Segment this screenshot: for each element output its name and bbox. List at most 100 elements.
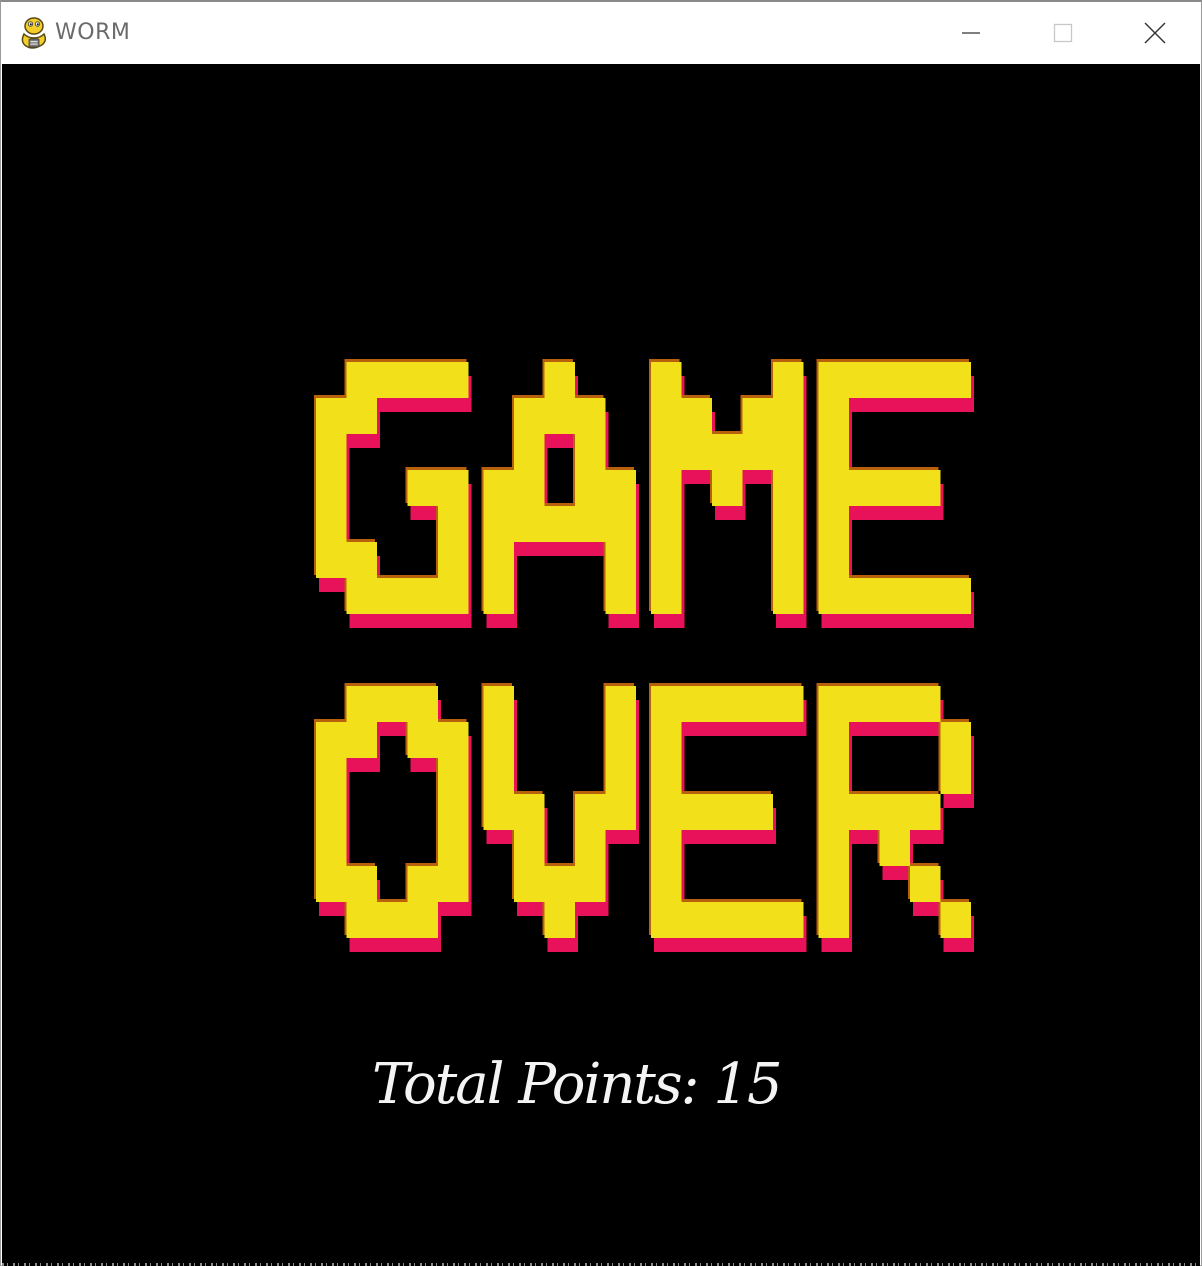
letter-fill-pixel — [605, 578, 636, 614]
letter-fill-pixel — [818, 722, 849, 758]
letter-fill-pixel — [879, 830, 910, 866]
game-canvas[interactable]: Total Points: 15 — [2, 64, 1200, 1266]
letter-fill-pixel — [514, 506, 545, 542]
headline-letter-g — [314, 359, 472, 628]
letter-fill-pixel — [651, 866, 682, 902]
letter-fill-pixel — [316, 398, 347, 434]
maximize-button[interactable] — [1017, 2, 1109, 64]
letter-fill-pixel — [818, 398, 849, 434]
letter-fill-pixel — [681, 398, 712, 434]
letter-fill-pixel — [773, 686, 804, 722]
letter-fill-pixel — [316, 434, 347, 470]
letter-fill-pixel — [742, 398, 773, 434]
letter-fill-pixel — [742, 794, 773, 830]
letter-fill-pixel — [849, 578, 880, 614]
letter-fill-pixel — [544, 398, 575, 434]
letter-fill-pixel — [910, 470, 941, 506]
letter-fill-pixel — [681, 434, 712, 470]
headline-letter-e — [816, 359, 974, 628]
letter-fill-pixel — [651, 794, 682, 830]
letter-fill-pixel — [651, 398, 682, 434]
letter-fill-pixel — [773, 362, 804, 398]
letter-fill-pixel — [575, 830, 606, 866]
letter-fill-pixel — [377, 578, 408, 614]
letter-fill-pixel — [879, 470, 910, 506]
letter-fill-pixel — [605, 542, 636, 578]
letter-fill-pixel — [575, 398, 606, 434]
letter-fill-pixel — [346, 866, 377, 902]
letter-fill-pixel — [605, 686, 636, 722]
letter-fill-pixel — [316, 506, 347, 542]
letter-fill-pixel — [910, 686, 941, 722]
minimize-button[interactable] — [925, 2, 1017, 64]
letter-fill-pixel — [849, 686, 880, 722]
letter-fill-pixel — [605, 758, 636, 794]
headline-letter-a — [481, 359, 639, 628]
letter-fill-pixel — [605, 470, 636, 506]
letter-fill-pixel — [818, 902, 849, 938]
letter-fill-pixel — [438, 506, 469, 542]
letter-fill-pixel — [346, 362, 377, 398]
letter-fill-pixel — [407, 686, 438, 722]
letter-fill-pixel — [773, 434, 804, 470]
letter-fill-pixel — [605, 506, 636, 542]
letter-fill-pixel — [346, 902, 377, 938]
letter-fill-pixel — [438, 362, 469, 398]
letter-fill-pixel — [651, 362, 682, 398]
letter-fill-pixel — [940, 578, 971, 614]
letter-fill-pixel — [316, 542, 347, 578]
letter-fill-pixel — [910, 794, 941, 830]
letter-fill-pixel — [651, 506, 682, 542]
letter-fill-pixel — [483, 722, 514, 758]
letter-fill-pixel — [773, 506, 804, 542]
letter-fill-pixel — [712, 794, 743, 830]
letter-fill-pixel — [651, 434, 682, 470]
letter-fill-pixel — [742, 902, 773, 938]
letter-fill-pixel — [316, 722, 347, 758]
letter-fill-pixel — [879, 686, 910, 722]
letter-fill-pixel — [712, 686, 743, 722]
letter-fill-pixel — [818, 866, 849, 902]
letter-fill-pixel — [910, 866, 941, 902]
letter-fill-pixel — [681, 794, 712, 830]
letter-fill-pixel — [377, 686, 408, 722]
letter-fill-pixel — [773, 542, 804, 578]
letter-fill-pixel — [346, 398, 377, 434]
score-value: 15 — [713, 1052, 782, 1117]
letter-fill-pixel — [514, 434, 545, 470]
app-window: WORM Total Points: 15 — [0, 0, 1202, 1266]
letter-fill-pixel — [940, 758, 971, 794]
title-bar[interactable]: WORM — [1, 2, 1201, 64]
letter-fill-pixel — [651, 542, 682, 578]
letter-fill-pixel — [879, 362, 910, 398]
letter-fill-pixel — [483, 542, 514, 578]
letter-fill-pixel — [681, 902, 712, 938]
letter-fill-pixel — [438, 866, 469, 902]
letter-fill-pixel — [483, 578, 514, 614]
letter-fill-pixel — [483, 506, 514, 542]
letter-fill-pixel — [818, 542, 849, 578]
letter-fill-pixel — [605, 722, 636, 758]
letter-fill-pixel — [346, 686, 377, 722]
letter-fill-pixel — [514, 398, 545, 434]
letter-fill-pixel — [940, 722, 971, 758]
letter-fill-pixel — [575, 866, 606, 902]
letter-fill-pixel — [407, 722, 438, 758]
letter-fill-pixel — [316, 758, 347, 794]
letter-fill-pixel — [316, 866, 347, 902]
letter-fill-pixel — [849, 470, 880, 506]
letter-fill-pixel — [773, 902, 804, 938]
letter-fill-pixel — [514, 470, 545, 506]
letter-fill-pixel — [483, 794, 514, 830]
letter-fill-pixel — [818, 578, 849, 614]
letter-fill-pixel — [742, 434, 773, 470]
letter-fill-pixel — [712, 434, 743, 470]
letter-fill-pixel — [818, 434, 849, 470]
letter-fill-pixel — [681, 686, 712, 722]
letter-fill-pixel — [651, 722, 682, 758]
close-button[interactable] — [1109, 2, 1201, 64]
letter-fill-pixel — [651, 758, 682, 794]
letter-fill-pixel — [438, 830, 469, 866]
letter-fill-pixel — [651, 686, 682, 722]
window-title: WORM — [55, 20, 131, 45]
